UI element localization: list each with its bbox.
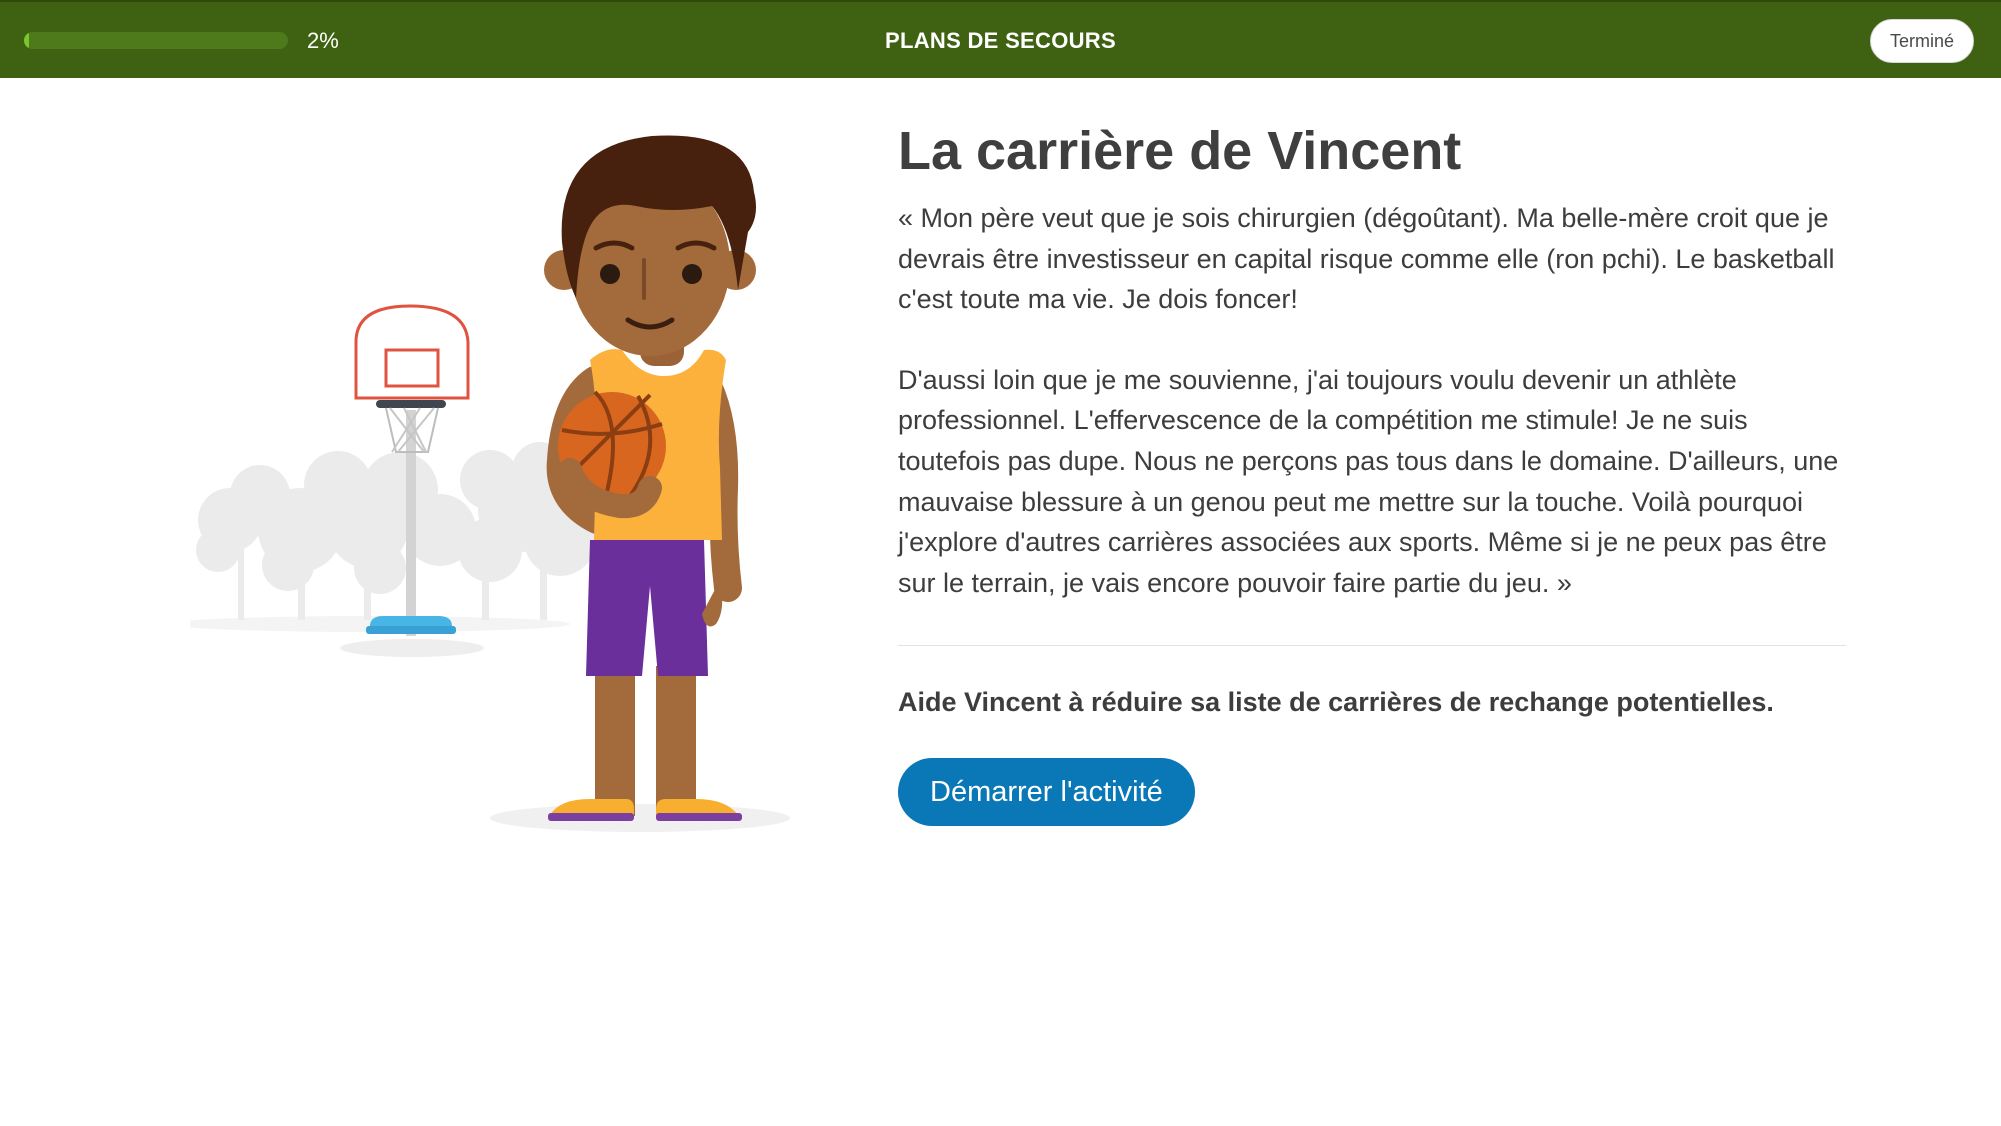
player [544,135,756,821]
basketball-player-illustration [170,110,810,850]
story-paragraph-2: D'aussi loin que je me souvienne, j'ai t… [898,364,1839,598]
player-shadow [490,804,790,832]
hoop-shadow [340,639,484,657]
start-activity-button[interactable]: Démarrer l'activité [898,758,1195,827]
trees [196,442,596,620]
top-bar: 2% PLANS DE SECOURS Terminé [0,0,2001,78]
activity-prompt: Aide Vincent à réduire sa liste de carri… [898,687,1774,718]
story-content: La carrière de Vincent « Mon père veut q… [898,118,1846,827]
story-paragraph-1: « Mon père veut que je sois chirurgien (… [898,203,1835,315]
done-button[interactable]: Terminé [1870,19,1974,63]
page-title: La carrière de Vincent [898,121,1462,181]
divider [898,645,1846,647]
player-scene-svg [170,135,790,832]
lesson-title: PLANS DE SECOURS [885,28,1116,53]
